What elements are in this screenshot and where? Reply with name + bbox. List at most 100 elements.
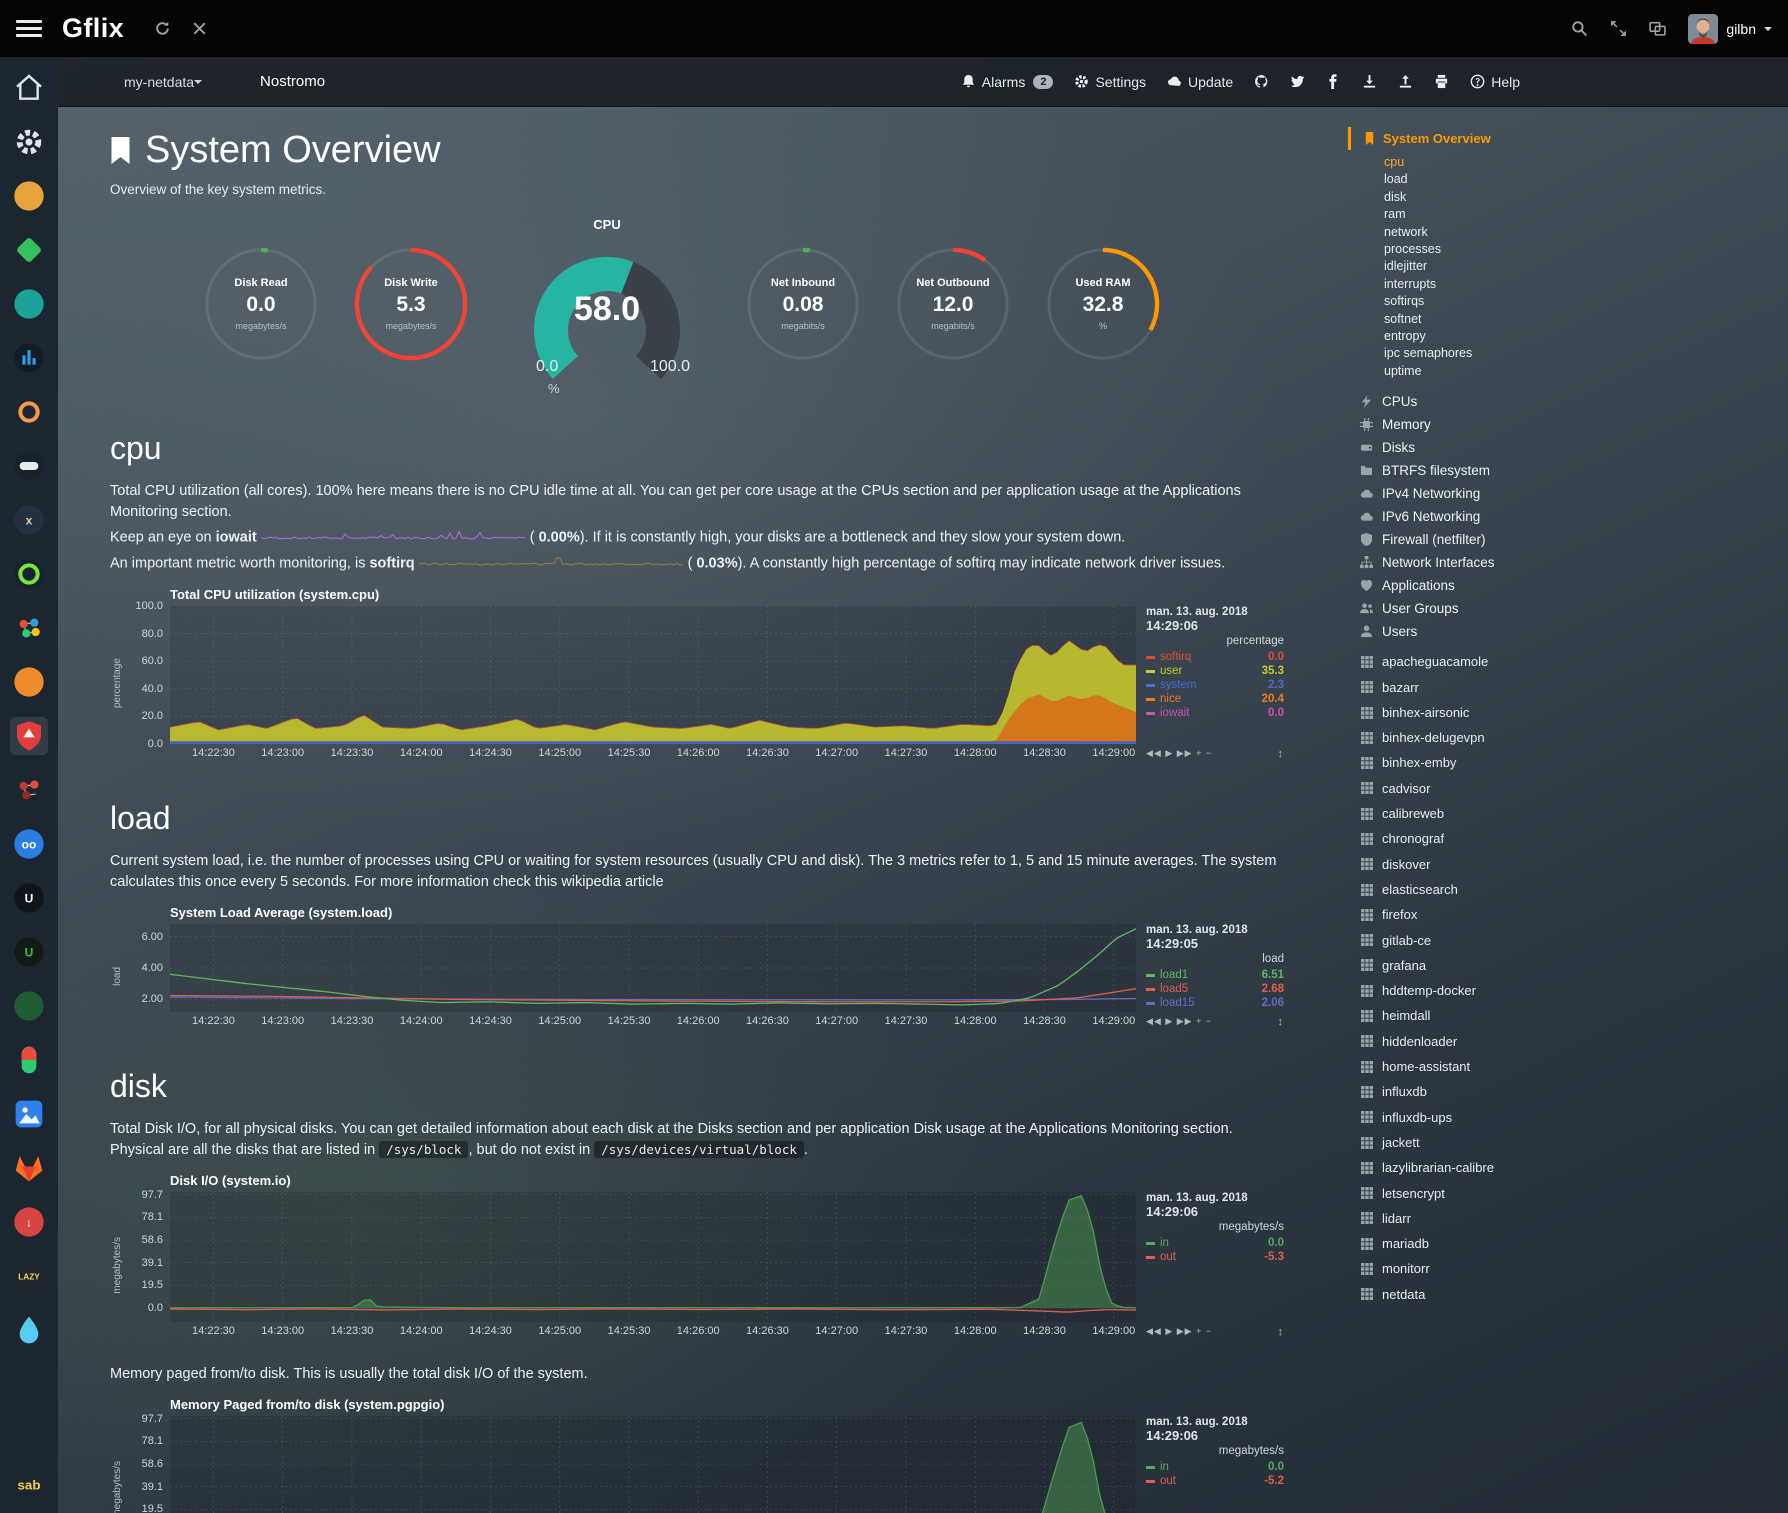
- github-button[interactable]: [1254, 74, 1269, 89]
- menu-app-lazylibrarian-calibre[interactable]: lazylibrarian-calibre: [1348, 1155, 1580, 1180]
- dock-app-red-shield[interactable]: [10, 717, 48, 755]
- menu-app-calibreweb[interactable]: calibreweb: [1348, 801, 1580, 826]
- dock-app-download[interactable]: ↓: [10, 1203, 48, 1241]
- menu-app-binhex-emby[interactable]: binhex-emby: [1348, 750, 1580, 775]
- chart-plot-load[interactable]: 14:22:3014:23:0014:23:3014:24:0014:24:30…: [170, 924, 1136, 1012]
- menu-section-btrfs-filesystem[interactable]: BTRFS filesystem: [1348, 459, 1580, 482]
- menu-section-applications[interactable]: Applications: [1348, 574, 1580, 597]
- dock-app-photo[interactable]: [10, 1095, 48, 1133]
- menu-app-chronograf[interactable]: chronograf: [1348, 826, 1580, 851]
- chart-resize-handle[interactable]: ↕: [1278, 1326, 1285, 1338]
- menu-sub-softirqs[interactable]: softirqs: [1384, 293, 1580, 310]
- server-dropdown[interactable]: my-netdata: [124, 74, 202, 90]
- menu-app-heimdall[interactable]: heimdall: [1348, 1003, 1580, 1028]
- legend-load1[interactable]: load16.51: [1146, 968, 1284, 982]
- menu-section-network-interfaces[interactable]: Network Interfaces: [1348, 551, 1580, 574]
- legend-nice[interactable]: nice20.4: [1146, 692, 1284, 706]
- hostname[interactable]: Nostromo: [260, 73, 325, 90]
- menu-section-ipv6-networking[interactable]: IPv6 Networking: [1348, 505, 1580, 528]
- dock-home[interactable]: [10, 69, 48, 107]
- legend-in[interactable]: in0.0: [1146, 1236, 1284, 1250]
- menu-icon[interactable]: [16, 20, 42, 37]
- menu-section-cpus[interactable]: CPUs: [1348, 390, 1580, 413]
- menu-app-grafana[interactable]: grafana: [1348, 953, 1580, 978]
- help-button[interactable]: Help: [1470, 74, 1520, 90]
- menu-app-influxdb[interactable]: influxdb: [1348, 1079, 1580, 1104]
- alarms-button[interactable]: Alarms 2: [961, 74, 1054, 90]
- legend-load15[interactable]: load152.06: [1146, 996, 1284, 1010]
- menu-sub-interrupts[interactable]: interrupts: [1384, 276, 1580, 293]
- refresh-icon[interactable]: [154, 20, 171, 37]
- menu-sub-cpu[interactable]: cpu: [1384, 154, 1580, 171]
- dock-app-search-orange[interactable]: [10, 393, 48, 431]
- dock-app-red-dots[interactable]: [10, 771, 48, 809]
- close-icon[interactable]: [191, 20, 208, 37]
- legend-load5[interactable]: load52.68: [1146, 982, 1284, 996]
- dock-app-darkgreen[interactable]: [10, 987, 48, 1025]
- menu-app-binhex-airsonic[interactable]: binhex-airsonic: [1348, 700, 1580, 725]
- dock-app-dark[interactable]: x: [10, 501, 48, 539]
- menu-sub-ipc-semaphores[interactable]: ipc semaphores: [1384, 345, 1580, 362]
- gauge-net-inbound[interactable]: Net Inbound0.08megabits/s: [744, 245, 862, 363]
- dock-app-green-ring[interactable]: [10, 555, 48, 593]
- menu-sub-uptime[interactable]: uptime: [1384, 363, 1580, 380]
- menu-section-memory[interactable]: Memory: [1348, 413, 1580, 436]
- dock-settings[interactable]: [10, 123, 48, 161]
- menu-section-ipv4-networking[interactable]: IPv4 Networking: [1348, 482, 1580, 505]
- chart-pgpgio[interactable]: Memory Paged from/to disk (system.pgpgio…: [110, 1397, 1284, 1513]
- settings-button[interactable]: Settings: [1074, 74, 1146, 90]
- legend-softirq[interactable]: softirq0.0: [1146, 650, 1284, 664]
- menu-item-system-overview[interactable]: System Overview: [1348, 127, 1580, 150]
- update-button[interactable]: Update: [1167, 74, 1233, 90]
- chart-resize-handle[interactable]: ↕: [1278, 748, 1285, 760]
- menu-app-firefox[interactable]: firefox: [1348, 902, 1580, 927]
- chart-toolbar[interactable]: ◀◀ ▶ ▶▶ + −: [1146, 748, 1212, 760]
- upload-button[interactable]: [1398, 74, 1413, 89]
- menu-section-disks[interactable]: Disks: [1348, 436, 1580, 459]
- legend-out[interactable]: out-5.3: [1146, 1250, 1284, 1264]
- print-button[interactable]: [1434, 74, 1449, 89]
- menu-section-user-groups[interactable]: User Groups: [1348, 597, 1580, 620]
- search-icon[interactable]: [1571, 20, 1588, 37]
- gauge-disk-write[interactable]: Disk Write5.3megabytes/s: [352, 245, 470, 363]
- menu-app-bazarr[interactable]: bazarr: [1348, 675, 1580, 700]
- menu-app-gitlab-ce[interactable]: gitlab-ce: [1348, 928, 1580, 953]
- menu-app-home-assistant[interactable]: home-assistant: [1348, 1054, 1580, 1079]
- menu-sub-disk[interactable]: disk: [1384, 189, 1580, 206]
- menu-app-letsencrypt[interactable]: letsencrypt: [1348, 1181, 1580, 1206]
- menu-app-diskover[interactable]: diskover: [1348, 852, 1580, 877]
- menu-sub-load[interactable]: load: [1384, 171, 1580, 188]
- dock-app-green-diamond[interactable]: [10, 231, 48, 269]
- menu-app-apacheguacamole[interactable]: apacheguacamole: [1348, 649, 1580, 674]
- menu-sub-ram[interactable]: ram: [1384, 206, 1580, 223]
- legend-out[interactable]: out-5.2: [1146, 1474, 1284, 1488]
- app-brand[interactable]: Gflix: [62, 13, 124, 44]
- dock-app-orange[interactable]: [10, 177, 48, 215]
- chart-toolbar[interactable]: ◀◀ ▶ ▶▶ + −: [1146, 1016, 1212, 1028]
- menu-app-hiddenloader[interactable]: hiddenloader: [1348, 1029, 1580, 1054]
- dock-app-drop[interactable]: [10, 1311, 48, 1349]
- download-button[interactable]: [1362, 74, 1377, 89]
- legend-iowait[interactable]: iowait0.0: [1146, 706, 1284, 720]
- dock-app-graph[interactable]: [10, 609, 48, 647]
- dock-app-goggles[interactable]: [10, 447, 48, 485]
- menu-app-lidarr[interactable]: lidarr: [1348, 1206, 1580, 1231]
- menu-app-monitorr[interactable]: monitorr: [1348, 1256, 1580, 1281]
- dock-app-teal[interactable]: [10, 285, 48, 323]
- chart-disk-io[interactable]: Disk I/O (system.io) megabytes/s 0.019.5…: [110, 1173, 1284, 1338]
- gauge-used-ram[interactable]: Used RAM32.8%: [1044, 245, 1162, 363]
- dock-gitlab[interactable]: [10, 1149, 48, 1187]
- chart-plot-cpu[interactable]: 14:22:3014:23:0014:23:3014:24:0014:24:30…: [170, 606, 1136, 744]
- facebook-button[interactable]: [1326, 74, 1341, 89]
- legend-system[interactable]: system2.3: [1146, 678, 1284, 692]
- menu-app-influxdb-ups[interactable]: influxdb-ups: [1348, 1105, 1580, 1130]
- gauge-net-outbound[interactable]: Net Outbound12.0megabits/s: [894, 245, 1012, 363]
- dock-sabnzbd[interactable]: sab: [10, 1465, 48, 1503]
- menu-section-firewall-netfilter-[interactable]: Firewall (netfilter): [1348, 528, 1580, 551]
- dock-app-green-u[interactable]: U: [10, 933, 48, 971]
- dock-app-pill[interactable]: [10, 1041, 48, 1079]
- menu-section-users[interactable]: Users: [1348, 620, 1580, 643]
- menu-sub-softnet[interactable]: softnet: [1384, 311, 1580, 328]
- chart-resize-handle[interactable]: ↕: [1278, 1016, 1285, 1028]
- chart-cpu[interactable]: Total CPU utilization (system.cpu) perce…: [110, 587, 1284, 760]
